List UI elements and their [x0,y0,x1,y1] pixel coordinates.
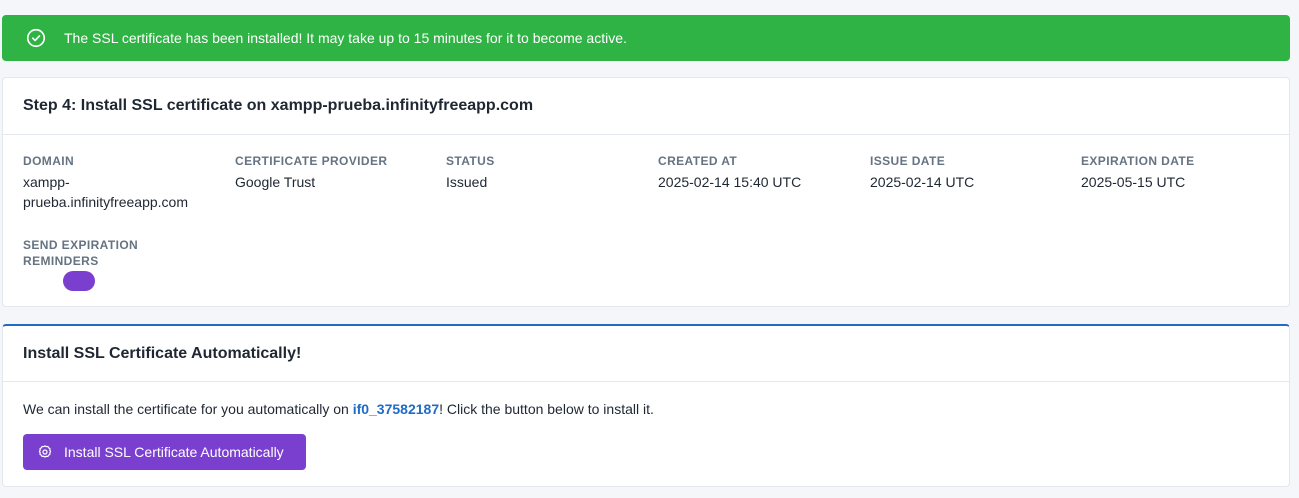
domain-value-line1: xampp- [23,174,70,190]
created-at-value: 2025-02-14 15:40 UTC [658,174,802,190]
domain-value-line2: prueba.infinityfreeapp.com [23,194,188,210]
created-at-label: CREATED AT [658,154,738,168]
expiration-reminders-toggle[interactable] [63,271,95,291]
domain-label: DOMAIN [23,154,75,168]
provider-label: CERTIFICATE PROVIDER [235,154,388,168]
card-header: Install SSL Certificate Automatically! [3,326,1289,382]
issue-date-value: 2025-02-14 UTC [870,174,975,190]
card-header: Step 4: Install SSL certificate on xampp… [3,78,1289,135]
auto-install-description: We can install the certificate for you a… [23,400,654,418]
install-ssl-button[interactable]: Install SSL Certificate Automatically [23,434,306,470]
success-alert: The SSL certificate has been installed! … [2,15,1290,61]
expiration-date-label: EXPIRATION DATE [1081,154,1195,168]
auto-install-title: Install SSL Certificate Automatically! [23,344,302,362]
reminders-label-line2: REMINDERS [23,254,99,268]
check-circle-icon [26,28,46,48]
auto-install-card: Install SSL Certificate Automatically! W… [2,324,1290,487]
issue-date-label: ISSUE DATE [870,154,946,168]
status-value: Issued [446,174,488,190]
certificate-card-title: Step 4: Install SSL certificate on xampp… [23,97,534,114]
account-link[interactable]: if0_37582187 [353,401,439,417]
install-ssl-button-label: Install SSL Certificate Automatically [64,444,284,460]
alert-message: The SSL certificate has been installed! … [64,30,627,46]
expiration-date-value: 2025-05-15 UTC [1081,174,1186,190]
status-label: STATUS [446,154,495,168]
certificate-details-card: Step 4: Install SSL certificate on xampp… [2,77,1290,307]
gear-icon [38,445,52,458]
provider-value: Google Trust [235,174,316,190]
description-text-before: We can install the certificate for you a… [23,401,353,417]
reminders-label-line1: SEND EXPIRATION [23,238,139,252]
description-text-after: ! Click the button below to install it. [439,401,654,417]
